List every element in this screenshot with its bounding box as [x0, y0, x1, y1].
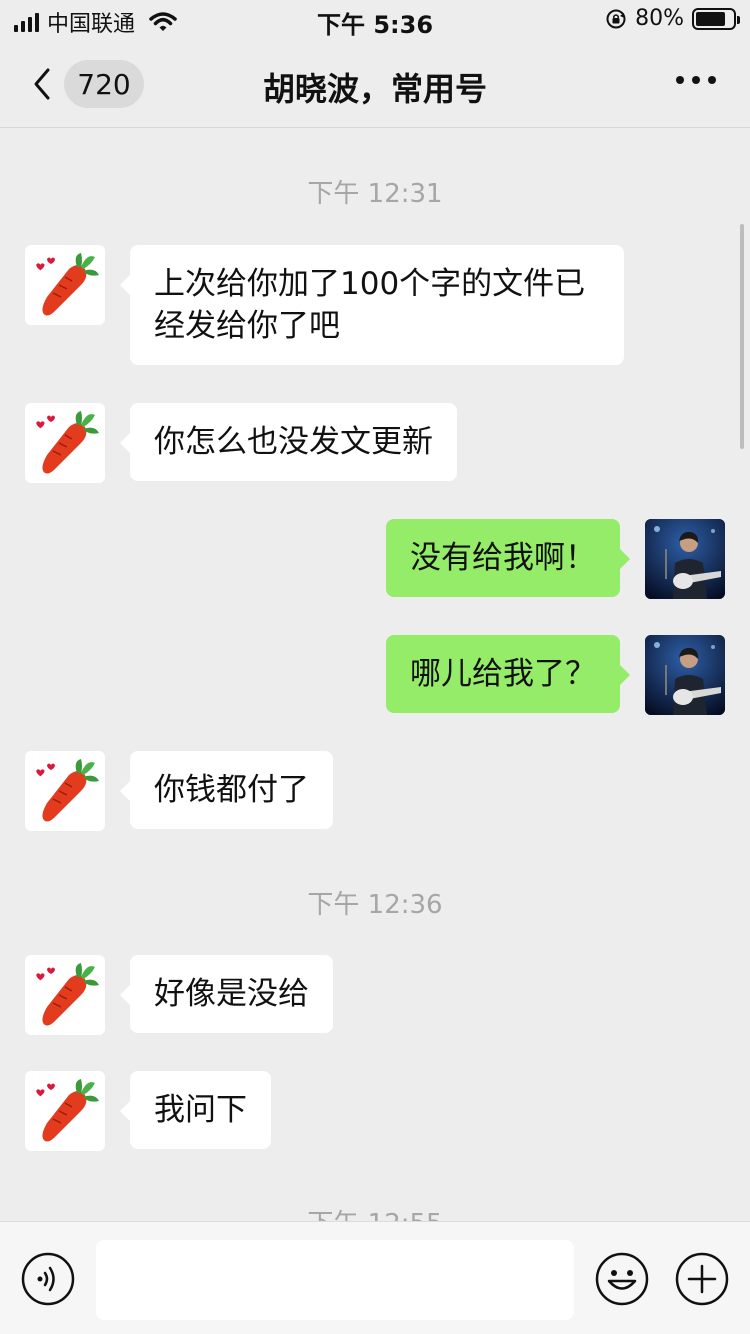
- carrot-avatar-icon: [36, 759, 99, 822]
- more-dots-icon: [676, 76, 684, 84]
- carrot-avatar-icon: [36, 1079, 99, 1142]
- battery-icon: [692, 7, 740, 30]
- rotation-lock-icon: [606, 9, 626, 28]
- voice-button[interactable]: [21, 1252, 75, 1306]
- timestamp: 下午 12:55: [0, 1203, 750, 1221]
- my-avatar[interactable]: [645, 519, 725, 599]
- contact-avatar[interactable]: [25, 955, 105, 1035]
- my-avatar[interactable]: [645, 635, 725, 715]
- scrollbar[interactable]: [740, 224, 744, 449]
- carrot-avatar-icon: [36, 411, 99, 474]
- timestamp: 下午 12:31: [307, 179, 443, 209]
- contact-avatar[interactable]: [25, 751, 105, 831]
- message-bubble[interactable]: 我问下: [120, 1071, 271, 1149]
- carrot-avatar-icon: [36, 963, 99, 1026]
- status-right: 80%: [605, 6, 740, 31]
- plus-button[interactable]: [675, 1252, 729, 1306]
- message-bubble-self[interactable]: 没有给我啊！: [386, 519, 630, 597]
- carrot-avatar-icon: [36, 253, 99, 316]
- message-bubble[interactable]: 你钱都付了: [120, 751, 333, 829]
- emoji-button[interactable]: [595, 1252, 649, 1306]
- message-bubble[interactable]: 好像是没给: [120, 955, 333, 1033]
- input-bar: [0, 1221, 750, 1334]
- chat-header: 720 胡晓波，常用号: [0, 40, 750, 128]
- status-bar: 中国联通 下午 5:36 80%: [0, 0, 750, 40]
- battery-percent: 80%: [635, 6, 684, 31]
- message-bubble-self[interactable]: 哪儿给我了？: [386, 635, 630, 713]
- timestamp: 下午 12:36: [307, 890, 443, 920]
- message-input[interactable]: [96, 1240, 574, 1320]
- more-button[interactable]: [676, 76, 716, 90]
- guitarist-avatar-icon: [645, 635, 725, 715]
- guitarist-avatar-icon: [645, 519, 725, 599]
- contact-avatar[interactable]: [25, 1071, 105, 1151]
- chat-title: 胡晓波，常用号: [262, 70, 487, 108]
- message-bubble[interactable]: 你怎么也没发文更新: [120, 403, 457, 481]
- contact-avatar[interactable]: [25, 403, 105, 483]
- message-bubble[interactable]: 上次给你加了100个字的文件已经发给你了吧: [120, 245, 624, 365]
- contact-avatar[interactable]: [25, 245, 105, 325]
- message-list[interactable]: 下午 12:31 上次给你加了100个字的文件已经发给你了吧 你怎么也没发文更新…: [0, 129, 750, 1221]
